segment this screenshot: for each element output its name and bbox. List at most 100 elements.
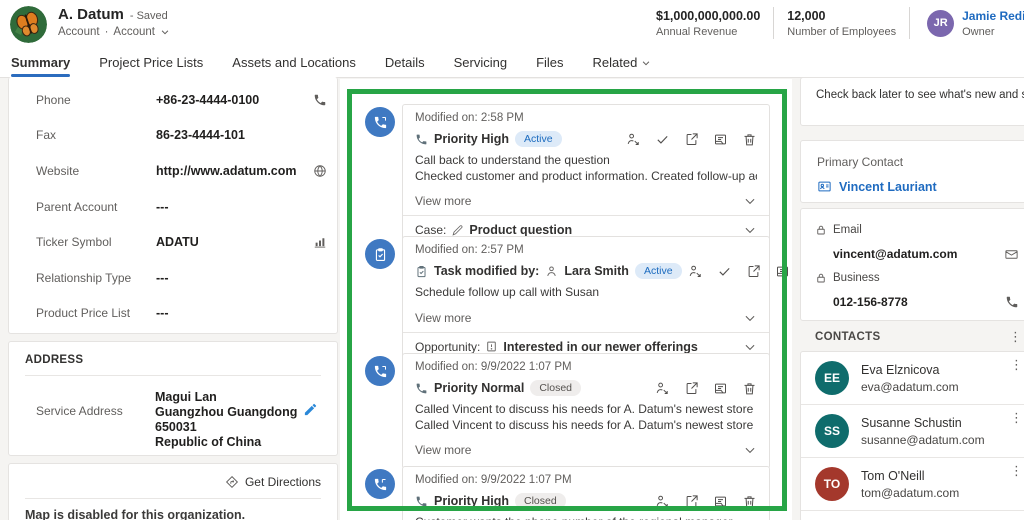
stock-chart-icon[interactable] [309,235,327,249]
complete-icon[interactable] [717,264,732,279]
open-record-icon[interactable] [746,264,761,279]
phone-icon[interactable] [1005,295,1019,309]
contact-email[interactable]: susanne@adatum.com [861,433,985,447]
note-icon[interactable] [713,132,728,147]
tab-assets-and-locations[interactable]: Assets and Locations [232,48,356,77]
note-icon[interactable] [713,381,728,396]
delete-icon[interactable] [742,494,757,509]
task-icon [415,265,428,278]
service-address-value[interactable]: Magui Lan Guangzhou Guangdong 650031 Rep… [155,390,303,450]
more-vertical-icon[interactable]: ⋮ [1005,328,1024,345]
tab-servicing[interactable]: Servicing [454,48,507,77]
activity-body-line: Called Vincent to discuss his needs for … [415,402,757,418]
email-value[interactable]: vincent@adatum.com [833,247,957,261]
contact-list-item[interactable]: SS Susanne Schustin susanne@adatum.com ⋮ [801,405,1024,458]
tab-details[interactable]: Details [385,48,425,77]
activity-title[interactable]: Priority High [434,494,509,508]
primary-contact-card: Primary Contact Vincent Lauriant [800,140,1024,203]
contact-avatar: EE [815,361,849,395]
more-vertical-icon[interactable]: ⋮ [1006,409,1024,426]
field-value[interactable]: 86-23-4444-101 [156,128,309,142]
chevron-down-icon[interactable] [743,223,757,237]
field-value[interactable]: --- [156,306,309,320]
chevron-down-icon[interactable] [743,340,757,354]
assign-icon[interactable] [655,381,670,396]
open-record-icon[interactable] [684,132,699,147]
delete-icon[interactable] [742,381,757,396]
activity-title[interactable]: Priority Normal [434,381,524,395]
activity-title[interactable]: Lara Smith [564,264,629,278]
related-record-link[interactable]: Product question [469,223,572,237]
contact-list-item[interactable]: EE Eva Elznicova eva@adatum.com ⋮ [801,352,1024,405]
related-record-prefix: Case: [415,223,446,237]
chevron-down-icon[interactable] [743,311,757,325]
contact-avatar: TO [815,467,849,501]
modified-on: Modified on: 9/9/2022 1:07 PM [415,361,757,373]
field-value[interactable]: ADATU [156,235,309,249]
note-icon[interactable] [775,264,790,279]
activity-body-line: Schedule follow up call with Susan [415,285,757,301]
phone-value[interactable]: 012-156-8778 [833,295,908,309]
divider [773,7,774,39]
form-tab-bar: Summary Project Price Lists Assets and L… [0,48,1024,78]
related-record-link[interactable]: Interested in our newer offerings [503,340,697,354]
field-label: Parent Account [36,200,156,214]
primary-contact-link-row[interactable]: Vincent Lauriant [817,179,1015,194]
contact-list-item[interactable]: TO Tom O'Neill tom@adatum.com ⋮ [801,458,1024,511]
phone-call-activity-icon [365,356,395,386]
field-value[interactable]: --- [156,271,309,285]
assign-icon[interactable] [655,494,670,509]
employees-value[interactable]: 12,000 [787,9,896,23]
status-badge: Active [515,131,562,147]
activity-title[interactable]: Priority High [434,132,509,146]
chevron-down-icon[interactable] [160,27,170,37]
view-more-link[interactable]: View more [415,194,471,208]
contact-name[interactable]: Eva Elznicova [861,363,959,377]
modified-on: Modified on: 9/9/2022 1:07 PM [415,474,757,486]
more-vertical-icon[interactable]: ⋮ [1006,462,1024,479]
assign-icon[interactable] [626,132,641,147]
contact-name[interactable]: Susanne Schustin [861,416,985,430]
tab-summary[interactable]: Summary [11,48,70,77]
field-value[interactable]: +86-23-4444-0100 [156,93,309,107]
annual-revenue-value[interactable]: $1,000,000,000.00 [656,9,760,23]
open-record-icon[interactable] [684,381,699,396]
field-website: Website http://www.adatum.com [9,153,337,189]
more-vertical-icon[interactable]: ⋮ [1006,356,1024,373]
tab-files[interactable]: Files [536,48,563,77]
view-more-link[interactable]: View more [415,311,471,325]
get-directions-button[interactable]: Get Directions [25,464,321,498]
contact-name[interactable]: Tom O'Neill [861,469,959,483]
owner-link[interactable]: Jamie Reding (Sample Data) [962,9,1024,23]
field-value[interactable]: --- [156,200,309,214]
globe-icon[interactable] [309,164,327,178]
entity-type-label: Account [58,26,100,38]
tab-project-price-lists[interactable]: Project Price Lists [99,48,203,77]
form-selector[interactable]: Account [113,26,155,38]
edit-pencil-icon[interactable] [303,390,321,450]
field-value[interactable]: http://www.adatum.com [156,164,309,178]
contact-email[interactable]: eva@adatum.com [861,380,959,394]
complete-icon[interactable] [655,132,670,147]
field-label: Fax [36,128,156,142]
delete-icon[interactable] [742,132,757,147]
email-label-row: Email [815,219,1019,241]
field-ticker-symbol: Ticker Symbol ADATU [9,224,337,260]
tab-related[interactable]: Related [593,48,652,77]
view-more-link[interactable]: View more [415,443,471,457]
phone-icon[interactable] [309,93,327,107]
chevron-down-icon[interactable] [743,443,757,457]
activity-body-line: Called Vincent to discuss his needs for … [415,418,757,434]
email-send-icon[interactable] [1004,247,1019,262]
field-service-address: Service Address Magui Lan Guangzhou Guan… [25,376,321,450]
status-badge: Closed [515,493,566,509]
primary-contact-link[interactable]: Vincent Lauriant [839,180,937,194]
activity-title-prefix: Task modified by: [434,264,539,278]
note-icon[interactable] [713,494,728,509]
separator-dot: · [105,26,109,38]
person-icon [545,265,558,278]
assign-icon[interactable] [688,264,703,279]
contact-email[interactable]: tom@adatum.com [861,486,959,500]
open-record-icon[interactable] [684,494,699,509]
chevron-down-icon[interactable] [743,194,757,208]
